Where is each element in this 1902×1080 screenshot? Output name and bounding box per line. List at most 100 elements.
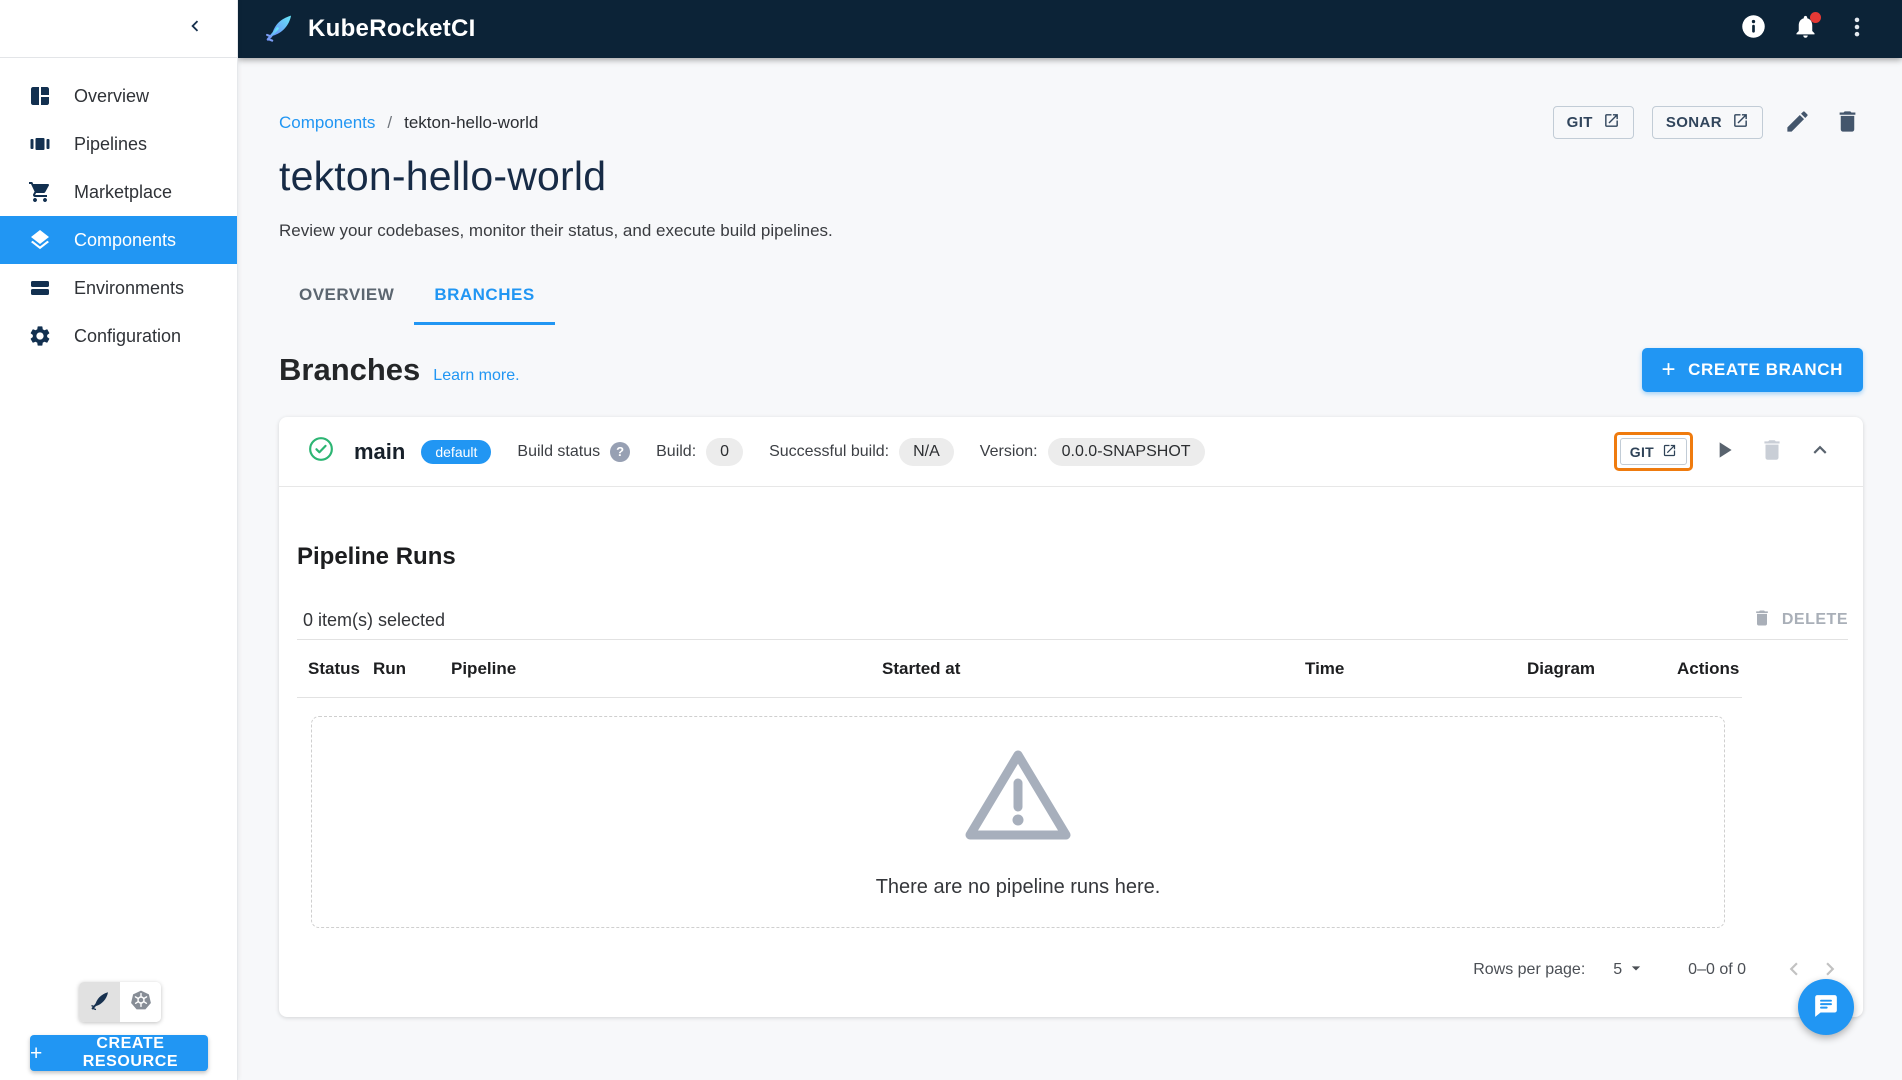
version-value: 0.0.0-SNAPSHOT [1047,437,1205,466]
sidebar-item-label: Overview [74,85,150,106]
sonar-link-button[interactable]: SONAR [1651,106,1763,139]
sidebar-item-components[interactable]: Components [0,216,237,264]
pencil-icon [1784,108,1811,138]
quill-logo-icon [262,10,296,49]
kubernetes-icon [129,988,153,1017]
dashboard-icon [27,83,53,109]
cart-icon [27,179,53,205]
column-status: Status [308,658,360,678]
main-content: Components / tekton-hello-world GIT SONA… [238,58,1902,1080]
breadcrumb-current: tekton-hello-world [404,112,539,132]
runs-table-header: Status Run Pipeline Started at Time Diag… [297,640,1742,698]
component-actions: GIT SONAR [1552,106,1863,139]
topbar-actions [1738,12,1872,44]
edit-component-button[interactable] [1781,107,1813,139]
help-icon[interactable]: ? [610,441,631,462]
column-time: Time [1305,658,1345,678]
column-run: Run [373,658,407,678]
stack-icon [27,275,53,301]
build-branch-button[interactable] [1707,435,1741,469]
build-label: Build: [656,442,697,460]
chat-fab-button[interactable] [1798,979,1854,1035]
success-status-icon [308,436,334,467]
rows-per-page-value: 5 [1613,961,1623,978]
sidebar-nav: Overview Pipelines Marketplace Component… [0,58,237,360]
sidebar-item-overview[interactable]: Overview [0,72,237,120]
notifications-button[interactable] [1790,12,1821,44]
page-title: tekton-hello-world [279,153,607,199]
tab-branches[interactable]: BRANCHES [414,267,555,325]
git-link-button[interactable]: GIT [1552,106,1634,139]
branch-git-label: GIT [1629,443,1654,460]
quill-icon [88,988,112,1017]
sidebar-header [0,0,237,58]
sidebar-item-label: Pipelines [74,133,148,154]
screen: Overview Pipelines Marketplace Component… [0,0,1902,1080]
highlight-annotation: GIT [1613,432,1693,471]
layers-icon [27,227,53,253]
sidebar-collapse-button[interactable] [181,15,209,43]
plus-icon: + [30,1041,43,1065]
kuberocketci-view-button[interactable] [79,982,120,1022]
selected-count: 0 item(s) selected [303,609,446,630]
trash-icon [1834,108,1861,138]
sidebar-item-label: Marketplace [74,181,173,202]
create-resource-button[interactable]: + CREATE RESOURCE [30,1035,208,1071]
breadcrumb-separator: / [387,112,393,132]
chat-icon [1813,993,1839,1022]
branches-heading: Branches [279,352,421,387]
rows-per-page-select[interactable]: 5 [1613,958,1646,983]
sidebar-item-label: Configuration [74,325,182,346]
pipelines-icon [27,131,53,157]
notification-badge [1810,12,1821,23]
sidebar: Overview Pipelines Marketplace Component… [0,0,238,1080]
chevron-up-icon [1807,437,1833,466]
pipeline-runs-heading: Pipeline Runs [297,543,456,570]
rows-per-page-label: Rows per page: [1473,961,1586,978]
kebab-icon [1844,14,1870,45]
kubernetes-view-button[interactable] [120,982,161,1022]
pagination: Rows per page: 5 0–0 of 0 [297,928,1848,1012]
app-name: KubeRocketCI [308,15,476,42]
pipeline-runs-section: Pipeline Runs 0 item(s) selected DELETE … [279,487,1863,1012]
sidebar-item-configuration[interactable]: Configuration [0,312,237,360]
delete-runs-label: DELETE [1781,611,1848,628]
delete-component-button[interactable] [1831,107,1863,139]
sidebar-item-label: Environments [74,277,185,298]
build-value: 0 [706,437,744,466]
breadcrumb-components-link[interactable]: Components [279,113,375,133]
create-resource-label: CREATE RESOURCE [82,1035,179,1070]
version-label: Version: [979,442,1038,460]
chevron-left-icon [1781,956,1807,985]
sidebar-item-environments[interactable]: Environments [0,264,237,312]
info-button[interactable] [1738,14,1768,44]
page-subtitle: Review your codebases, monitor their sta… [279,221,833,240]
column-actions: Actions [1677,658,1740,678]
warning-triangle-icon [962,745,1074,850]
previous-page-button[interactable] [1776,952,1812,988]
pagination-range: 0–0 of 0 [1688,961,1746,978]
branch-summary-row: main default Build status ? Build: 0 Suc… [279,417,1863,487]
create-branch-button[interactable]: + CREATE BRANCH [1641,348,1863,392]
more-menu-button[interactable] [1842,14,1872,44]
delete-runs-button[interactable]: DELETE [1752,608,1848,633]
sidebar-item-marketplace[interactable]: Marketplace [0,168,237,216]
learn-more-link[interactable]: Learn more. [433,367,519,385]
successful-build-label: Successful build: [769,442,890,460]
sidebar-item-pipelines[interactable]: Pipelines [0,120,237,168]
gear-icon [27,323,53,349]
delete-branch-button[interactable] [1755,435,1789,469]
trash-icon [1759,437,1785,466]
tab-overview[interactable]: OVERVIEW [279,267,414,325]
app-logo[interactable]: KubeRocketCI [262,10,476,49]
external-link-icon [1603,112,1620,133]
chevron-left-icon [184,15,206,42]
collapse-branch-button[interactable] [1803,435,1837,469]
info-icon [1740,13,1767,45]
branch-git-button[interactable]: GIT [1619,438,1687,465]
topbar: KubeRocketCI [238,0,1902,58]
column-diagram: Diagram [1527,658,1596,678]
trash-icon [1752,608,1772,633]
create-branch-label: CREATE BRANCH [1688,360,1843,379]
branch-card: main default Build status ? Build: 0 Suc… [279,417,1863,1017]
